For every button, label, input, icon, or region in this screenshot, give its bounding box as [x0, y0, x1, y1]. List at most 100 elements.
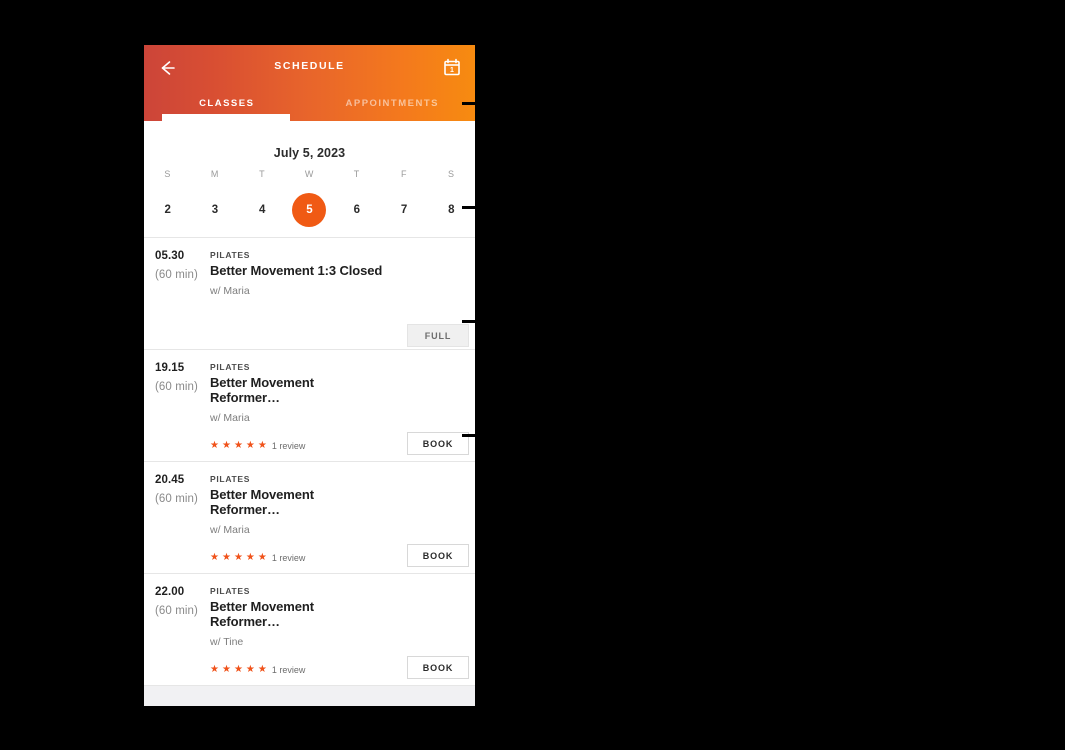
tab-appointments[interactable]: APPOINTMENTS — [310, 90, 476, 121]
star-icon: ★ — [245, 664, 255, 675]
tab-appointments-label: APPOINTMENTS — [345, 98, 439, 109]
star-icon: ★ — [210, 664, 219, 675]
annotation-pointer-book-button-1915 — [462, 434, 475, 437]
svg-text:1: 1 — [450, 67, 454, 74]
class-category: PILATES — [210, 474, 251, 484]
day-cell-4[interactable]: T4 — [239, 169, 286, 227]
class-duration: (60 min) — [155, 493, 198, 505]
class-info-column: PILATES Better Movement Reformer… w/ Tine ★… — [210, 586, 395, 675]
star-icon: ★ — [221, 440, 231, 451]
review-count-label: 1 review — [271, 441, 306, 451]
star-icon: ★ — [245, 552, 255, 563]
class-rating-row: ★ ★ ★ ★ ★ 1 review — [210, 665, 306, 676]
day-number-wrap: 3 — [191, 193, 238, 227]
class-info-column: PILATES Better Movement Reformer… w/ Maria… — [210, 362, 395, 451]
annotation-pointer-appointments-tab — [462, 102, 475, 105]
class-start-time: 20.45 — [155, 474, 185, 486]
book-button[interactable]: BOOK — [407, 544, 469, 567]
rating-stars: ★ ★ ★ ★ ★ — [210, 665, 267, 675]
page-title: SCHEDULE — [274, 60, 345, 72]
rating-stars: ★ ★ ★ ★ ★ — [210, 553, 267, 563]
star-icon: ★ — [257, 552, 267, 563]
day-cell-7[interactable]: F7 — [380, 169, 427, 227]
day-of-week-label: S — [448, 169, 455, 179]
tab-classes-label: CLASSES — [199, 98, 255, 109]
book-button[interactable]: BOOK — [407, 656, 469, 679]
day-number-selected[interactable]: 5 — [292, 193, 327, 227]
screenshot-canvas: SCHEDULE 1 CLASSES APPOINTMENTS July 5, … — [0, 0, 1065, 750]
day-number-wrap: 8 — [428, 193, 475, 227]
book-button[interactable]: BOOK — [407, 432, 469, 455]
day-cell-2[interactable]: S2 — [144, 169, 191, 227]
annotation-pointer-day-8 — [462, 206, 475, 209]
week-date-strip: S2M3T4W5T6F7S8 — [144, 165, 475, 237]
review-count-label: 1 review — [271, 665, 306, 675]
day-cell-8[interactable]: S8 — [428, 169, 475, 227]
class-time-column: 19.15 (60 min) — [144, 362, 210, 451]
selected-date-title: July 5, 2023 — [273, 146, 346, 160]
class-row[interactable]: 20.45 (60 min) PILATES Better Movement Refo… — [144, 461, 475, 573]
class-start-time: 05.30 — [155, 250, 185, 262]
day-number-wrap: 6 — [333, 193, 380, 227]
calendar-icon[interactable]: 1 — [440, 55, 464, 79]
day-of-week-label: W — [304, 169, 315, 179]
star-icon: ★ — [221, 664, 231, 675]
phone-screen: SCHEDULE 1 CLASSES APPOINTMENTS July 5, … — [144, 45, 475, 706]
day-number[interactable]: 2 — [151, 193, 185, 227]
class-instructor: w/ Maria — [210, 412, 250, 424]
class-row[interactable]: 05.30 (60 min) PILATES Better Movement 1:3 … — [144, 237, 475, 349]
class-rating-row: ★ ★ ★ ★ ★ 1 review — [210, 553, 305, 564]
day-number[interactable]: 4 — [245, 193, 279, 227]
star-icon: ★ — [245, 440, 255, 451]
day-number[interactable]: 7 — [387, 193, 421, 227]
day-cell-5[interactable]: W5 — [286, 169, 333, 227]
app-header: SCHEDULE 1 CLASSES APPOINTMENTS — [144, 45, 475, 121]
class-name: Better Movement Reformer… — [210, 375, 314, 405]
class-instructor: w/ Maria — [210, 524, 250, 536]
day-cell-3[interactable]: M3 — [191, 169, 238, 227]
class-name: Better Movement Reformer… — [210, 599, 314, 629]
day-of-week-label: T — [259, 169, 266, 179]
day-of-week-label: F — [400, 169, 408, 179]
class-start-time: 19.15 — [155, 362, 185, 374]
day-number-wrap: 4 — [239, 193, 286, 227]
class-category: PILATES — [210, 586, 251, 596]
class-name: Better Movement 1:3 Closed — [210, 263, 383, 278]
star-icon: ★ — [233, 664, 243, 675]
class-duration: (60 min) — [155, 381, 198, 393]
day-number-wrap: 7 — [380, 193, 427, 227]
day-number[interactable]: 8 — [434, 193, 468, 227]
class-start-time: 22.00 — [155, 586, 185, 598]
day-number[interactable]: 6 — [340, 193, 374, 227]
star-icon: ★ — [210, 552, 219, 563]
class-rating-row: ★ ★ ★ ★ ★ 1 review — [210, 441, 306, 452]
class-duration: (60 min) — [155, 605, 198, 617]
class-row[interactable]: 22.00 (60 min) PILATES Better Movement Refo… — [144, 573, 475, 685]
class-action-column: BOOK — [395, 474, 475, 567]
list-bottom-strip — [144, 685, 475, 706]
day-cell-6[interactable]: T6 — [333, 169, 380, 227]
week-row: S2M3T4W5T6F7S8 — [144, 169, 475, 227]
class-info-column: PILATES Better Movement Reformer… w/ Maria… — [210, 474, 395, 563]
star-icon: ★ — [233, 552, 243, 563]
star-icon: ★ — [210, 440, 219, 451]
class-info-column: PILATES Better Movement 1:3 Closed w/ Mari… — [210, 250, 395, 339]
day-number-wrap: 2 — [144, 193, 191, 227]
star-icon: ★ — [221, 552, 231, 563]
star-icon: ★ — [257, 440, 267, 451]
day-of-week-label: S — [164, 169, 171, 179]
day-of-week-label: T — [353, 169, 360, 179]
class-action-column: BOOK — [395, 586, 475, 679]
full-button: FULL — [407, 324, 469, 347]
day-number-wrap: 5 — [286, 193, 333, 227]
tab-bar: CLASSES APPOINTMENTS — [144, 90, 475, 121]
class-time-column: 22.00 (60 min) — [144, 586, 210, 675]
rating-stars: ★ ★ ★ ★ ★ — [210, 441, 267, 451]
class-row[interactable]: 19.15 (60 min) PILATES Better Movement Refo… — [144, 349, 475, 461]
active-tab-indicator — [162, 114, 290, 121]
class-time-column: 05.30 (60 min) — [144, 250, 210, 339]
class-duration: (60 min) — [155, 269, 198, 281]
annotation-pointer-full-button — [462, 320, 475, 323]
class-time-column: 20.45 (60 min) — [144, 474, 210, 563]
day-number[interactable]: 3 — [198, 193, 232, 227]
